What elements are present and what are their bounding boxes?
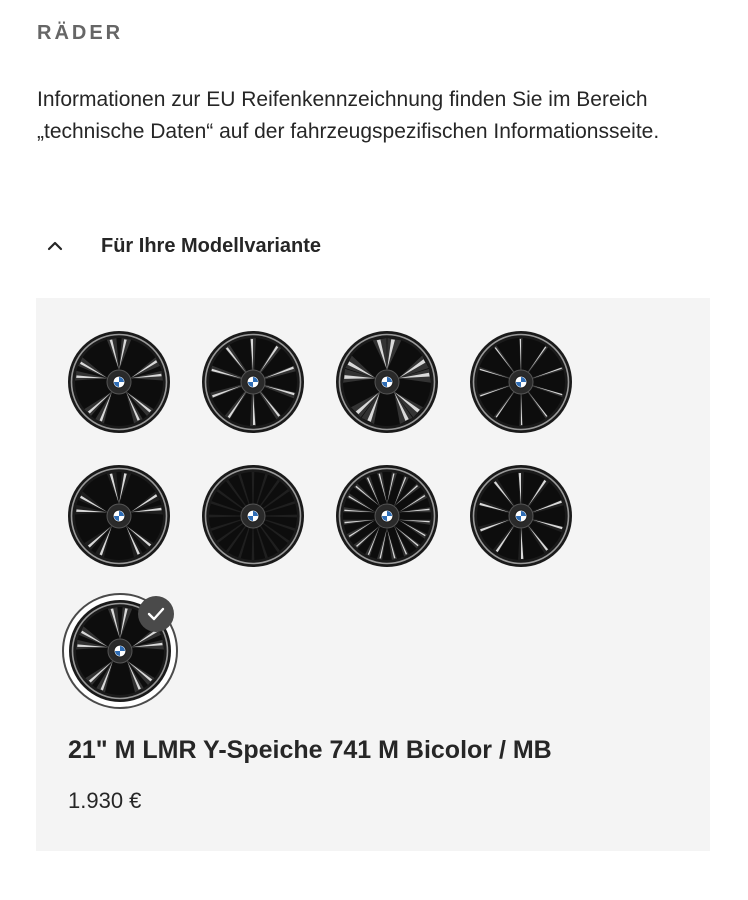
section-title: RÄDER: [37, 22, 124, 44]
wheel-icon: [202, 331, 304, 433]
wheel-option[interactable]: [201, 464, 305, 568]
selected-wheel-name: 21" M LMR Y-Speiche 741 M Bicolor / MB: [68, 736, 552, 764]
wheel-option[interactable]: [469, 464, 573, 568]
wheel-icon: [202, 465, 304, 567]
wheel-icon: [336, 331, 438, 433]
model-variant-accordion[interactable]: Für Ihre Modellvariante: [37, 226, 709, 266]
wheel-icon: [68, 331, 170, 433]
wheel-option[interactable]: [335, 464, 439, 568]
wheel-icon: [470, 331, 572, 433]
wheel-option[interactable]: [469, 330, 573, 434]
wheel-option[interactable]: [67, 330, 171, 434]
wheel-icon: [336, 465, 438, 567]
accordion-label: Für Ihre Modellvariante: [101, 234, 322, 257]
checkmark-icon: [138, 596, 174, 632]
selected-wheel-price: 1.930 €: [68, 788, 142, 813]
wheel-option[interactable]: [201, 330, 305, 434]
wheel-option[interactable]: [67, 464, 171, 568]
chevron-up-icon[interactable]: [37, 228, 73, 264]
eu-tire-info-text: Informationen zur EU Reifenkennzeichnung…: [37, 88, 660, 143]
wheel-icon: [470, 465, 572, 567]
wheel-option[interactable]: [335, 330, 439, 434]
wheel-options-panel: 21" M LMR Y-Speiche 741 M Bicolor / MB 1…: [36, 298, 710, 851]
wheel-icon: [68, 465, 170, 567]
